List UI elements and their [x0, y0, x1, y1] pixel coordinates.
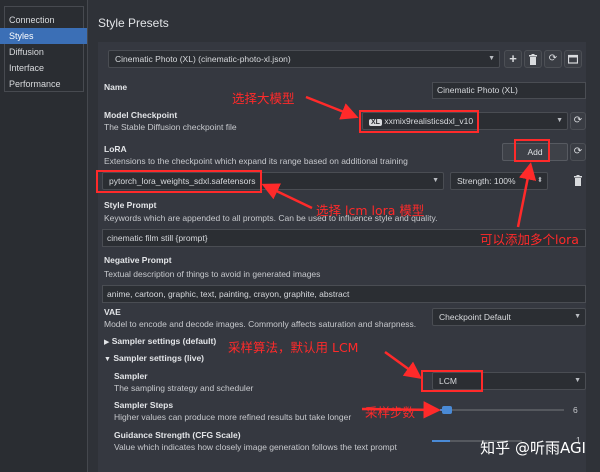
- lora-strength-value: Strength: 100%: [457, 176, 516, 186]
- sampler-label: Sampler: [114, 371, 148, 381]
- chevron-right-icon: ▶: [104, 339, 110, 346]
- page-title: Style Presets: [98, 16, 169, 30]
- name-label: Name: [104, 82, 128, 92]
- delete-preset-button[interactable]: [524, 50, 542, 68]
- sidebar-item-interface[interactable]: Interface: [0, 60, 87, 76]
- name-input[interactable]: Cinematic Photo (XL): [432, 82, 586, 99]
- sampler-default-toggle[interactable]: ▶ Sampler settings (default): [104, 336, 216, 346]
- sampler-select[interactable]: LCM ▼: [432, 372, 586, 390]
- guidance-label: Guidance Strength (CFG Scale): [114, 430, 241, 440]
- checkpoint-description: The Stable Diffusion checkpoint file: [104, 122, 237, 132]
- sampler-live-toggle[interactable]: ▼ Sampler settings (live): [104, 353, 204, 363]
- sidebar-item-connection[interactable]: Connection: [0, 12, 87, 28]
- refresh-lora-button[interactable]: ⟳: [570, 143, 586, 161]
- lora-select[interactable]: pytorch_lora_weights_sdxl.safetensors ▼: [102, 172, 444, 190]
- negative-prompt-description: Textual description of things to avoid i…: [104, 269, 321, 279]
- chevron-down-icon: ▼: [574, 377, 581, 384]
- refresh-icon: ⟳: [573, 146, 583, 157]
- remove-lora-button[interactable]: [570, 172, 586, 190]
- chevron-down-icon: ▼: [574, 313, 581, 320]
- open-folder-button[interactable]: [564, 50, 582, 68]
- preset-select[interactable]: Cinematic Photo (XL) (cinematic-photo-xl…: [108, 50, 500, 68]
- add-preset-button[interactable]: +: [504, 50, 522, 68]
- checkpoint-label: Model Checkpoint: [104, 110, 178, 120]
- sampler-description: The sampling strategy and scheduler: [114, 383, 254, 393]
- folder-icon: [567, 54, 579, 64]
- annotation-sampler-algo: 采样算法，默认用 LCM: [228, 340, 359, 355]
- refresh-checkpoint-button[interactable]: ⟳: [570, 112, 586, 130]
- lora-strength-spinbox[interactable]: Strength: 100% ⬍: [450, 172, 548, 190]
- refresh-icon: ⟳: [573, 115, 583, 126]
- sidebar-item-diffusion[interactable]: Diffusion: [0, 44, 87, 60]
- sidebar-item-styles[interactable]: Styles: [0, 28, 87, 44]
- preset-panel: Cinematic Photo (XL) (cinematic-photo-xl…: [98, 42, 586, 472]
- vae-label: VAE: [104, 307, 121, 317]
- sampler-live-label: Sampler settings (live): [113, 353, 205, 363]
- sampler-select-value: LCM: [439, 376, 457, 386]
- trash-icon: [529, 54, 537, 65]
- add-lora-button[interactable]: Add: [502, 143, 568, 161]
- style-prompt-label: Style Prompt: [104, 200, 157, 210]
- lora-description: Extensions to the checkpoint which expan…: [104, 156, 408, 166]
- chevron-down-icon: ▼: [556, 117, 563, 124]
- sampler-steps-label: Sampler Steps: [114, 400, 174, 410]
- refresh-icon: ⟳: [548, 53, 558, 64]
- settings-sidebar: Connection Styles Diffusion Interface Pe…: [0, 0, 88, 472]
- vae-select-value: Checkpoint Default: [439, 312, 511, 322]
- negative-prompt-input[interactable]: anime, cartoon, graphic, text, painting,…: [102, 285, 586, 303]
- negative-prompt-label: Negative Prompt: [104, 255, 172, 265]
- guidance-fill: [432, 440, 450, 442]
- lora-select-value: pytorch_lora_weights_sdxl.safetensors: [109, 176, 256, 186]
- annotation-lcm-lora: 选择 lcm lora 模型: [316, 203, 425, 218]
- watermark: 知乎 @听雨AGI: [480, 439, 586, 457]
- sampler-steps-value: 6: [573, 405, 578, 415]
- xl-badge: XL: [369, 119, 382, 126]
- lora-label: LoRA: [104, 144, 127, 154]
- sidebar-item-performance[interactable]: Performance: [0, 76, 87, 92]
- preset-select-value: Cinematic Photo (XL) (cinematic-photo-xl…: [115, 54, 291, 64]
- sampler-steps-handle[interactable]: [442, 406, 453, 414]
- vae-select[interactable]: Checkpoint Default ▼: [432, 308, 586, 326]
- chevron-down-icon: ▼: [432, 177, 439, 184]
- refresh-preset-button[interactable]: ⟳: [544, 50, 562, 68]
- chevron-down-icon: ▼: [104, 356, 111, 363]
- sampler-steps-description: Higher values can produce more refined r…: [114, 412, 352, 422]
- guidance-description: Value which indicates how closely image …: [114, 442, 397, 452]
- checkpoint-select[interactable]: XL xxmix9realisticsdxl_v10 ▼: [362, 112, 568, 130]
- vae-description: Model to encode and decode images. Commo…: [104, 319, 417, 329]
- trash-icon: [574, 175, 582, 186]
- sampler-steps-slider[interactable]: [440, 409, 564, 411]
- sampler-default-label: Sampler settings (default): [111, 336, 217, 346]
- chevron-down-icon: ▼: [488, 55, 495, 62]
- annotation-add-lora: 可以添加多个lora: [480, 232, 579, 247]
- plus-icon: +: [509, 51, 517, 66]
- annotation-steps: 采样步数: [365, 405, 416, 420]
- checkpoint-select-value: xxmix9realisticsdxl_v10: [384, 116, 474, 126]
- spin-arrows-icon[interactable]: ⬍: [537, 173, 543, 189]
- annotation-big-model: 选择大模型: [232, 91, 295, 106]
